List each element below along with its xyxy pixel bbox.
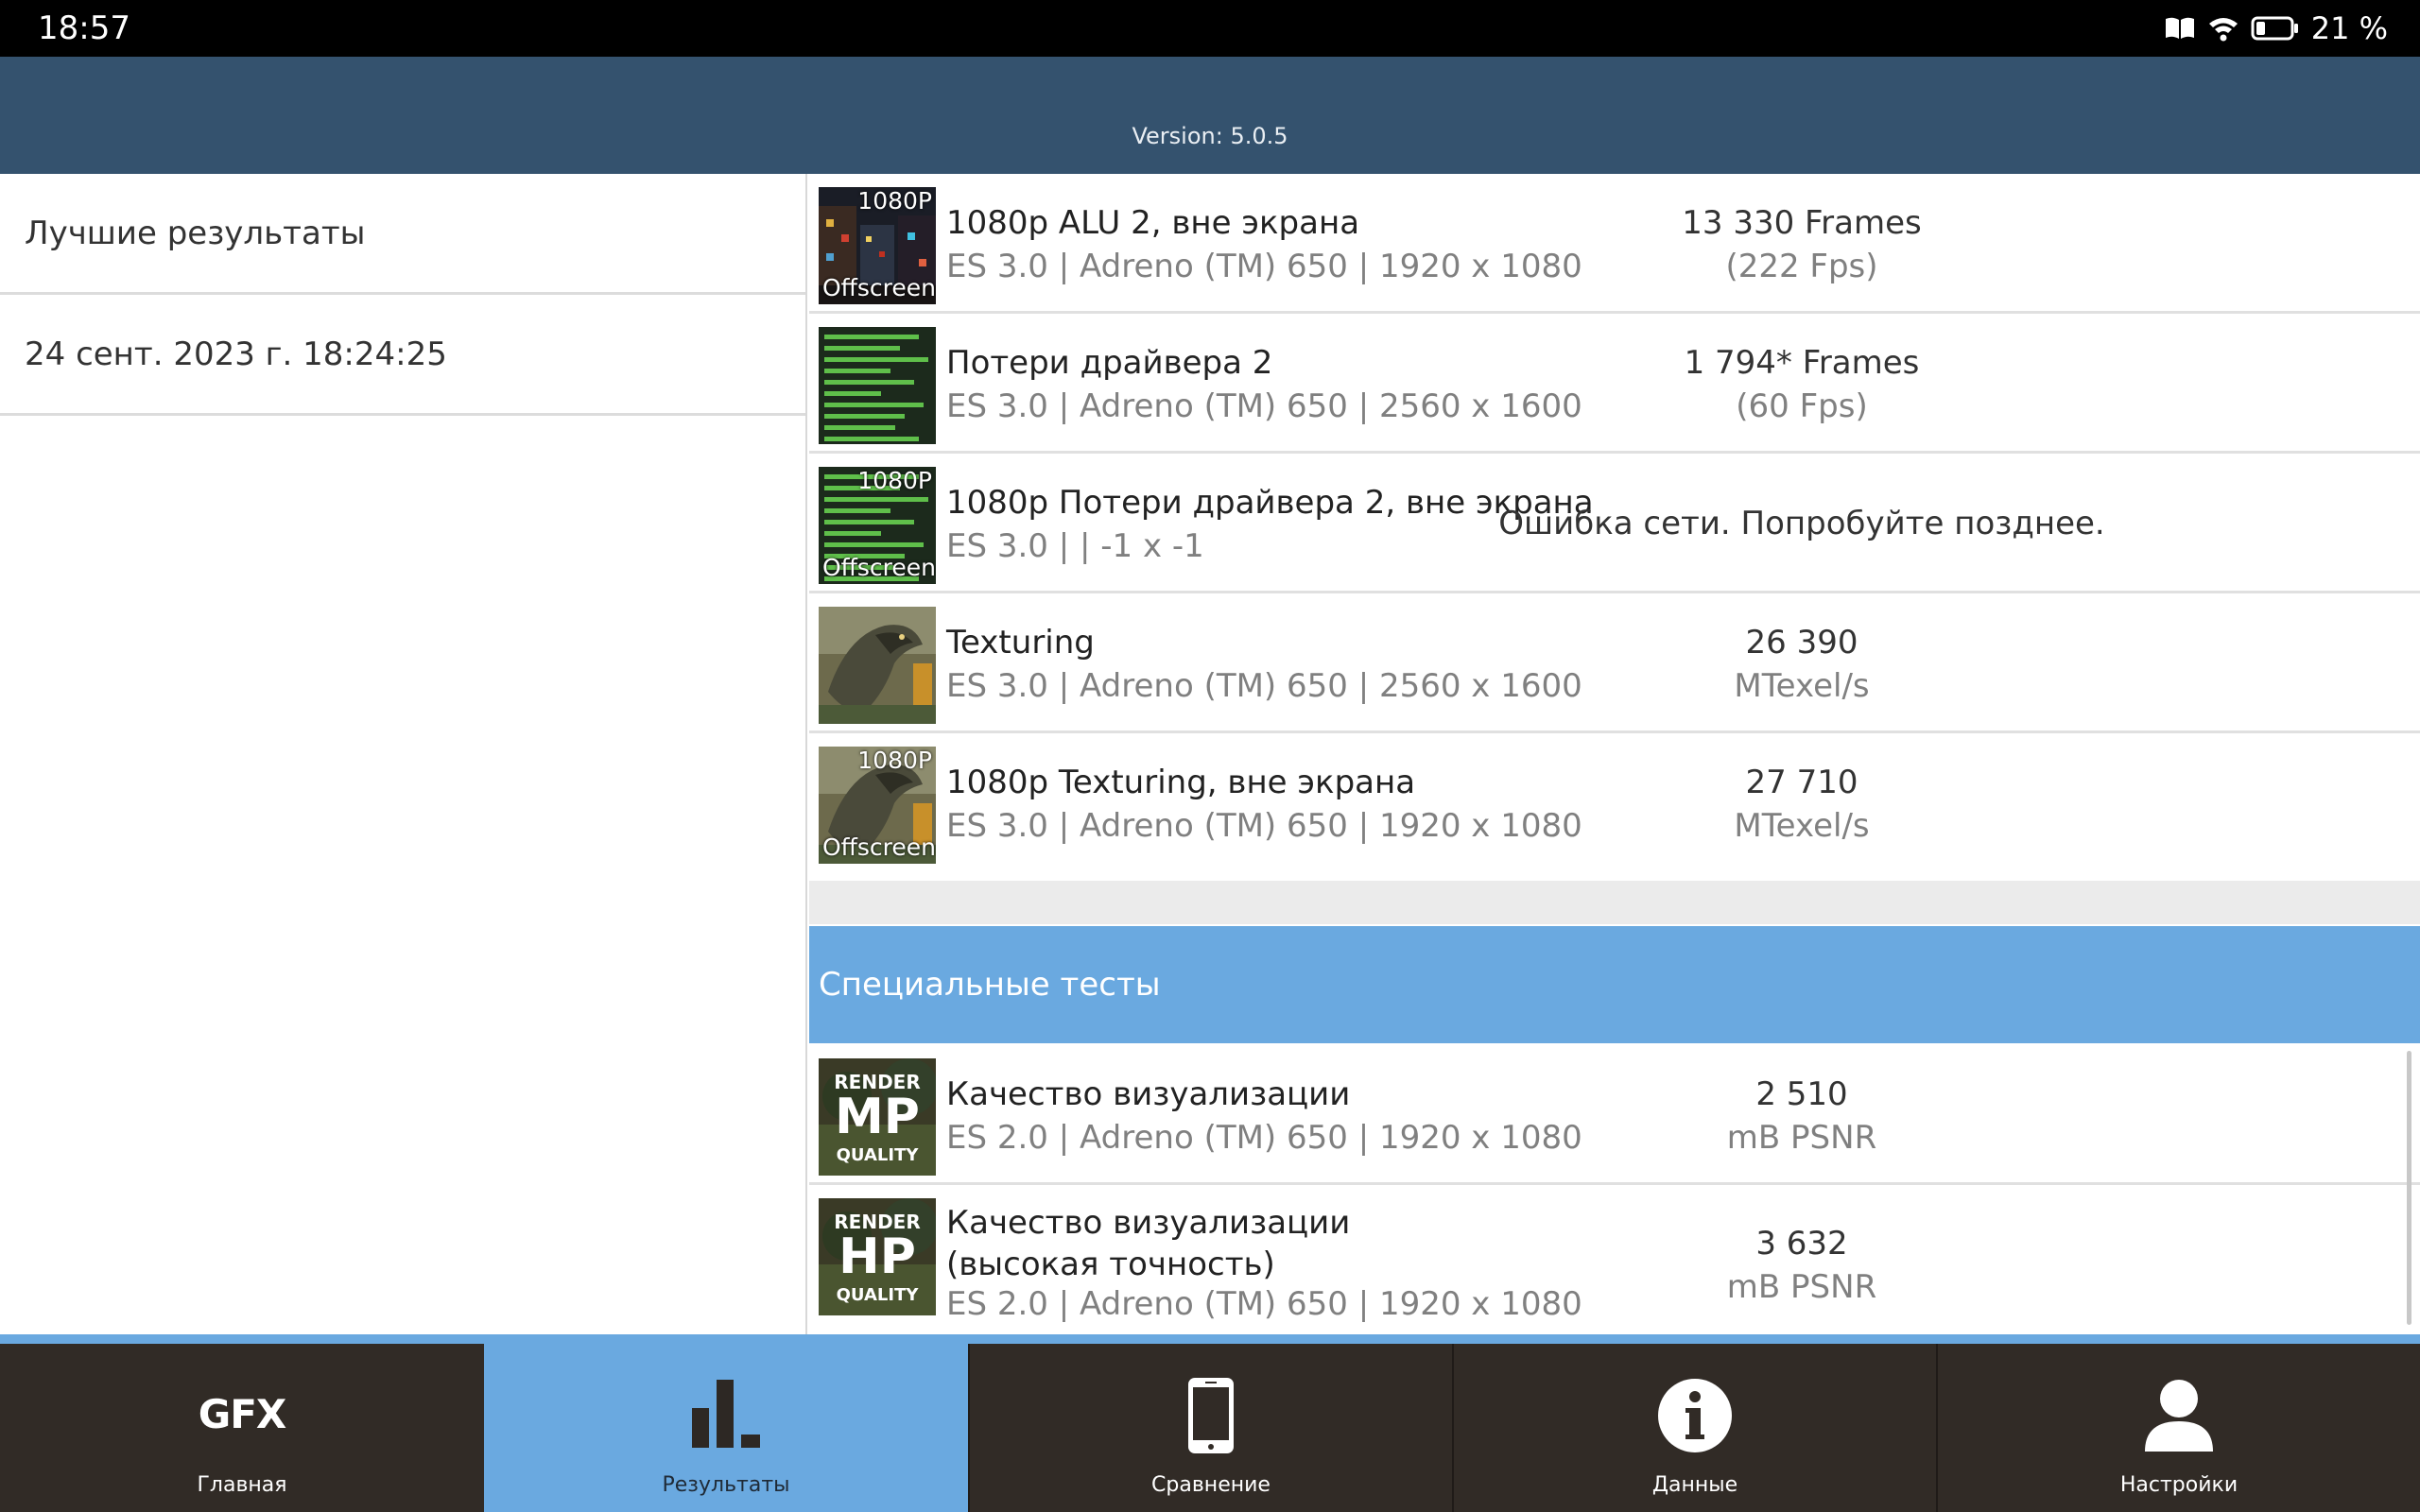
- result-value: 26 390: [1745, 624, 1858, 662]
- result-row-texturing-offscreen[interactable]: 1080P Offscreen 1080p Texturing, вне экр…: [809, 733, 2420, 873]
- thumb-mp-label: MP: [835, 1089, 920, 1145]
- gfx-logo-text: GFX: [198, 1391, 287, 1437]
- nav-results[interactable]: Результаты: [484, 1344, 968, 1512]
- battery-icon: [2251, 15, 2300, 42]
- result-value-sub: mB PSNR: [1726, 1119, 1877, 1157]
- result-row-driver-overhead-offscreen[interactable]: 1080P Offscreen 1080p Потери драйвера 2,…: [809, 454, 2420, 593]
- nav-home[interactable]: GFX Главная: [0, 1344, 484, 1512]
- nav-settings[interactable]: Настройки: [1936, 1344, 2420, 1512]
- result-value-sub: MTexel/s: [1734, 807, 1870, 845]
- nav-info-label: Данные: [1651, 1473, 1738, 1497]
- result-value-sub: mB PSNR: [1726, 1268, 1877, 1306]
- result-value: 3 632: [1755, 1225, 1848, 1263]
- result-value-sub: MTexel/s: [1734, 667, 1870, 705]
- texturing-thumbnail: [819, 607, 936, 724]
- render-quality-mp-thumbnail: RENDER MP QUALITY: [819, 1058, 936, 1176]
- battery-percent: 21 %: [2310, 10, 2388, 46]
- result-row-render-quality[interactable]: RENDER MP QUALITY Качество визуализации …: [809, 1045, 2420, 1185]
- version-label: Version: 5.0.5: [1132, 123, 1288, 149]
- result-row-driver-overhead[interactable]: Потери драйвера 2 ES 3.0 | Adreno (TM) 6…: [809, 314, 2420, 454]
- thumb-tag-offscreen: Offscreen: [822, 554, 936, 581]
- result-row-alu2-offscreen[interactable]: 1080P Offscreen 1080p ALU 2, вне экрана …: [809, 174, 2420, 314]
- result-session-item[interactable]: 24 сент. 2023 г. 18:24:25: [0, 295, 805, 416]
- render-quality-hp-thumbnail: RENDER HP QUALITY: [819, 1198, 936, 1315]
- thumb-quality-label: QUALITY: [836, 1285, 919, 1305]
- results-sidebar: Лучшие результаты 24 сент. 2023 г. 18:24…: [0, 174, 807, 1334]
- result-subtitle: ES 3.0 | | -1 x -1: [946, 527, 1204, 565]
- result-value-sub: (222 Fps): [1725, 248, 1878, 285]
- nav-compare-label: Сравнение: [1151, 1473, 1270, 1497]
- bottom-navigation: GFX Главная Результаты Сравнение Данные …: [0, 1334, 2420, 1512]
- user-icon: [2141, 1376, 2217, 1459]
- nav-home-label: Главная: [197, 1473, 287, 1497]
- results-scrollbar[interactable]: [2407, 1051, 2411, 1325]
- best-results-item[interactable]: Лучшие результаты: [0, 174, 805, 295]
- thumb-tag-1080p: 1080P: [857, 747, 932, 774]
- thumb-tag-1080p: 1080P: [857, 467, 932, 494]
- thumb-tag-1080p: 1080P: [857, 187, 932, 215]
- bar-chart-icon: [688, 1376, 764, 1455]
- result-value: 27 710: [1745, 764, 1858, 801]
- reader-mode-icon: [2164, 16, 2196, 41]
- status-bar: 18:57 21 %: [0, 0, 2420, 57]
- thumb-hp-label: HP: [838, 1228, 916, 1285]
- network-error-message: Ошибка сети. Попробуйте позднее.: [1498, 505, 2105, 542]
- driver-overhead-thumbnail: [819, 327, 936, 444]
- status-icons: 21 %: [2164, 8, 2388, 49]
- result-value-sub: (60 Fps): [1736, 387, 1868, 425]
- nav-info[interactable]: Данные: [1452, 1344, 1936, 1512]
- driver-overhead-offscreen-thumbnail: 1080P Offscreen: [819, 467, 936, 584]
- result-row-render-quality-high[interactable]: RENDER HP QUALITY Качество визуализации …: [809, 1185, 2420, 1334]
- result-value: 13 330 Frames: [1682, 204, 1922, 242]
- result-value: 1 794* Frames: [1684, 344, 1920, 382]
- special-tests-title: Специальные тесты: [819, 966, 1161, 1004]
- nav-settings-label: Настройки: [2119, 1473, 2238, 1497]
- status-time: 18:57: [38, 9, 130, 47]
- nav-compare[interactable]: Сравнение: [968, 1344, 1452, 1512]
- result-value: 2 510: [1755, 1075, 1848, 1113]
- nav-accent-line: [0, 1334, 2420, 1344]
- phone-icon: [1183, 1376, 1239, 1459]
- section-divider: [809, 881, 2420, 924]
- thumb-tag-offscreen: Offscreen: [822, 833, 936, 861]
- thumb-quality-label: QUALITY: [836, 1145, 919, 1165]
- alu-thumbnail: 1080P Offscreen: [819, 187, 936, 304]
- info-icon: [1655, 1376, 1735, 1459]
- special-tests-header: Специальные тесты: [809, 926, 2420, 1043]
- results-list[interactable]: 1080P Offscreen 1080p ALU 2, вне экрана …: [809, 174, 2420, 1334]
- texturing-offscreen-thumbnail: 1080P Offscreen: [819, 747, 936, 864]
- nav-results-label: Результаты: [662, 1473, 790, 1497]
- result-row-texturing[interactable]: Texturing ES 3.0 | Adreno (TM) 650 | 256…: [809, 593, 2420, 733]
- thumb-tag-offscreen: Offscreen: [822, 274, 936, 301]
- app-header: Version: 5.0.5: [0, 57, 2420, 174]
- gfx-logo-icon: GFX: [198, 1391, 287, 1437]
- wifi-icon: [2207, 14, 2239, 43]
